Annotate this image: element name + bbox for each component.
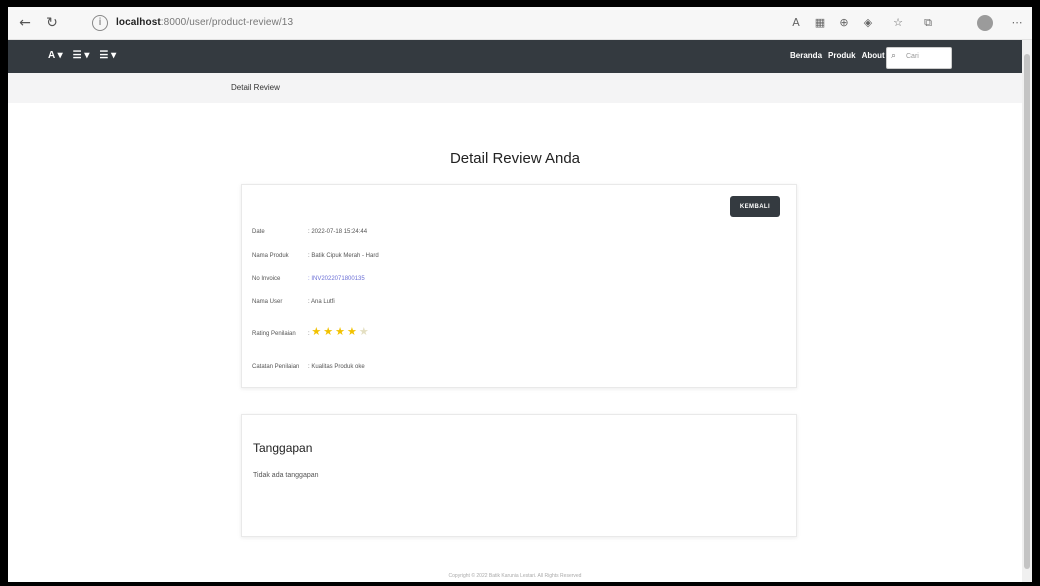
more-icon[interactable]: ⋯ bbox=[1009, 15, 1025, 31]
read-aloud-icon[interactable]: A bbox=[788, 15, 804, 31]
zoom-icon[interactable]: ⊕ bbox=[836, 15, 852, 31]
detail-row-invoice: No Invoice : INV2022071800135 bbox=[252, 276, 365, 282]
profile-avatar[interactable] bbox=[977, 15, 993, 31]
detail-label: Rating Penilaian bbox=[252, 331, 296, 337]
review-detail-card: KEMBALI Date : 2022-07-18 15:24:44 Nama P… bbox=[241, 184, 797, 388]
response-text: Tidak ada tanggapan bbox=[253, 472, 319, 479]
detail-row-note: Catatan Penilaian : Kualitas Produk oke bbox=[252, 364, 365, 370]
detail-label: Catatan Penilaian bbox=[252, 364, 300, 370]
breadcrumb-bar: Detail Review bbox=[8, 73, 1022, 103]
detail-value: : 2022-07-18 15:24:44 bbox=[308, 229, 368, 235]
grid-icon[interactable]: ▦ bbox=[812, 15, 828, 31]
nav-menu-account[interactable]: A ▾ bbox=[48, 50, 63, 61]
detail-value: : Kualitas Produk oke bbox=[308, 364, 365, 370]
footer-copyright: Copyright © 2022 Batik Karunia Lestari. … bbox=[448, 573, 582, 579]
url-host: localhost bbox=[116, 17, 161, 28]
search-icon: ⌕ bbox=[891, 51, 897, 61]
response-title: Tanggapan bbox=[253, 441, 313, 455]
search-input[interactable]: ⌕ Cari bbox=[886, 47, 952, 69]
nav-menu-orders[interactable]: ☰ ▾ bbox=[99, 50, 116, 61]
search-placeholder: Cari bbox=[906, 53, 919, 60]
breadcrumb: Detail Review bbox=[231, 83, 280, 92]
star-icon: ★ bbox=[358, 325, 371, 338]
star-icon: ★ bbox=[323, 325, 336, 338]
detail-row-rating: Rating Penilaian: ★★★★★ bbox=[252, 325, 371, 338]
page-title: Detail Review Anda bbox=[449, 150, 581, 167]
invoice-link[interactable]: : INV2022071800135 bbox=[308, 276, 365, 282]
nav-menu-cart[interactable]: ☰ ▾ bbox=[73, 50, 90, 61]
back-button[interactable]: KEMBALI bbox=[730, 196, 780, 217]
nav-link-beranda[interactable]: Beranda bbox=[790, 51, 822, 60]
page-scrollbar[interactable] bbox=[1022, 40, 1032, 582]
star-icon: ★ bbox=[335, 325, 347, 338]
url-path: :8000/user/product-review/13 bbox=[160, 17, 294, 28]
detail-label: Date bbox=[252, 229, 265, 235]
detail-label: Nama Produk bbox=[252, 253, 289, 259]
rating-stars: ★★★★★ bbox=[311, 325, 370, 338]
detail-value: : Ana Lutfi bbox=[308, 299, 335, 305]
detail-row-product: Nama Produk : Batik Cipuk Merah - Hard bbox=[252, 253, 379, 259]
detail-row-date: Date : 2022-07-18 15:24:44 bbox=[252, 229, 367, 235]
star-icon: ★ bbox=[346, 325, 359, 338]
collections-icon[interactable]: ⧉ bbox=[920, 15, 936, 31]
nav-link-produk[interactable]: Produk bbox=[828, 51, 856, 60]
favorites-icon[interactable]: ☆ bbox=[890, 15, 906, 31]
response-card: Tanggapan Tidak ada tanggapan bbox=[241, 414, 797, 537]
reload-icon[interactable]: ↻ bbox=[43, 14, 61, 32]
detail-label: Nama User bbox=[252, 299, 283, 305]
browser-window: ← ↻ i localhost:8000/user/product-review… bbox=[8, 7, 1032, 582]
site-navbar: A ▾ ☰ ▾ ☰ ▾ Beranda Produk About Us ⌕ Cari bbox=[8, 40, 1022, 73]
star-icon: ★ bbox=[311, 325, 324, 338]
scrollbar-thumb[interactable] bbox=[1024, 54, 1030, 569]
browser-toolbar: ← ↻ i localhost:8000/user/product-review… bbox=[8, 7, 1032, 40]
detail-label: No Invoice bbox=[252, 276, 281, 282]
detail-value: : Batik Cipuk Merah - Hard bbox=[308, 253, 379, 259]
extensions-icon[interactable]: ◈ bbox=[860, 15, 876, 31]
detail-value: : bbox=[308, 331, 310, 337]
back-arrow-icon[interactable]: ← bbox=[16, 14, 34, 32]
info-icon[interactable]: i bbox=[92, 15, 108, 31]
navbar-left-menus: A ▾ ☰ ▾ ☰ ▾ bbox=[48, 50, 126, 61]
address-bar[interactable]: localhost:8000/user/product-review/13 bbox=[116, 17, 293, 28]
detail-row-user: Nama User : Ana Lutfi bbox=[252, 299, 335, 305]
